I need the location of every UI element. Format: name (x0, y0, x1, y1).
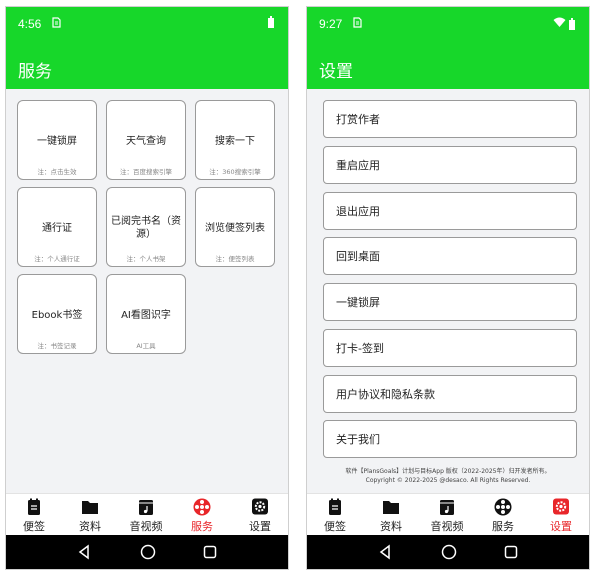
card-title: 一键锁屏 (37, 135, 77, 147)
settings-item-restart[interactable]: 重启应用 (323, 146, 577, 184)
settings-icon (551, 498, 571, 516)
nav-label: 设置 (550, 520, 572, 533)
nav-label: 音视频 (430, 520, 464, 533)
system-nav-bar (6, 535, 288, 569)
back-triangle-icon[interactable] (377, 544, 393, 560)
services-icon (192, 498, 212, 516)
service-card-weather[interactable]: 天气查询 注：百度搜索引擎 (106, 100, 186, 180)
bottom-nav: 便签 资料 音视频 服务 设置 (6, 493, 288, 537)
wifi-icon (553, 17, 566, 30)
card-note: AI工具 (136, 342, 156, 350)
back-triangle-icon[interactable] (76, 544, 92, 560)
settings-screen: 9:27 设置 打赏作者 重启应用 退出应用 回到桌面 一键锁屏 打卡-签到 用… (306, 6, 590, 570)
settings-item-donate[interactable]: 打赏作者 (323, 100, 577, 138)
service-card-pass[interactable]: 通行证 注：个人通行证 (17, 187, 97, 267)
card-title: 已阅完书名（资源） (111, 216, 181, 240)
nav-services[interactable]: 服务 (174, 498, 230, 534)
card-title: 天气查询 (126, 135, 166, 147)
card-note: 注：书签记录 (37, 342, 77, 350)
settings-list: 打赏作者 重启应用 退出应用 回到桌面 一键锁屏 打卡-签到 用户协议和隐私条款… (307, 89, 589, 493)
status-bar: 4:56 (6, 7, 288, 45)
copyright-line-2: Copyright © 2022-2025 @desaco. All Right… (365, 477, 531, 484)
nav-settings[interactable]: 设置 (232, 498, 288, 534)
home-circle-icon[interactable] (140, 544, 156, 560)
settings-item-desktop[interactable]: 回到桌面 (323, 237, 577, 275)
nav-label: 资料 (79, 520, 101, 533)
status-time: 9:27 (319, 17, 343, 31)
settings-item-agreement[interactable]: 用户协议和隐私条款 (323, 375, 577, 413)
copyright-line-1: 软件【PlansGoals】计划与目标App 版权（2022-2025年）归开发… (345, 468, 551, 475)
nav-label: 设置 (249, 520, 271, 533)
card-title: 通行证 (42, 222, 72, 234)
services-screen: 4:56 服务 一键锁屏 注：点击生效 天气查询 注：百度搜索引擎 搜索一下 注… (5, 6, 289, 570)
card-note: 注：360搜索引擎 (209, 168, 261, 176)
nav-settings[interactable]: 设置 (533, 498, 589, 534)
status-time: 4:56 (18, 17, 42, 31)
settings-item-lock-screen[interactable]: 一键锁屏 (323, 283, 577, 321)
app-bar: 设置 (307, 45, 589, 89)
nav-label: 服务 (492, 520, 514, 533)
nav-services[interactable]: 服务 (475, 498, 531, 534)
card-note: 注：便签列表 (215, 255, 255, 263)
bottom-nav: 便签 资料 音视频 服务 设置 (307, 493, 589, 537)
page-title: 服务 (18, 62, 52, 82)
recents-square-icon[interactable] (202, 544, 218, 560)
card-note: 注：个人通行证 (34, 255, 80, 263)
settings-icon (250, 498, 270, 516)
service-card-search[interactable]: 搜索一下 注：360搜索引擎 (195, 100, 275, 180)
battery-icon (569, 17, 575, 30)
services-icon (493, 498, 513, 516)
home-circle-icon[interactable] (441, 544, 457, 560)
recents-square-icon[interactable] (503, 544, 519, 560)
card-title: Ebook书签 (31, 309, 83, 321)
folder-icon (80, 498, 100, 516)
nav-files[interactable]: 资料 (62, 498, 118, 534)
service-card-lock-screen[interactable]: 一键锁屏 注：点击生效 (17, 100, 97, 180)
app-bar: 服务 (6, 45, 288, 89)
page-title: 设置 (319, 62, 353, 82)
service-card-ai-ocr[interactable]: AI看图识字 AI工具 (106, 274, 186, 354)
card-note: 注：个人书架 (126, 255, 166, 263)
sim-card-icon (52, 17, 61, 31)
nav-files[interactable]: 资料 (363, 498, 419, 534)
settings-item-about[interactable]: 关于我们 (323, 420, 577, 458)
card-title: AI看图识字 (121, 309, 171, 321)
nav-label: 音视频 (129, 520, 163, 533)
folder-icon (381, 498, 401, 516)
card-title: 浏览便签列表 (205, 222, 265, 234)
settings-item-exit[interactable]: 退出应用 (323, 192, 577, 230)
card-note: 注：百度搜索引擎 (120, 168, 172, 176)
card-note: 注：点击生效 (37, 168, 77, 176)
copyright-notice: 软件【PlansGoals】计划与目标App 版权（2022-2025年）归开发… (313, 467, 583, 485)
nav-memo[interactable]: 便签 (307, 498, 363, 534)
media-icon (437, 498, 457, 516)
service-card-memo-list[interactable]: 浏览便签列表 注：便签列表 (195, 187, 275, 267)
service-grid: 一键锁屏 注：点击生效 天气查询 注：百度搜索引擎 搜索一下 注：360搜索引擎… (6, 89, 288, 493)
sim-card-icon (353, 17, 362, 31)
memo-icon (325, 498, 345, 516)
battery-icon (268, 16, 274, 28)
nav-media[interactable]: 音视频 (118, 498, 174, 534)
nav-label: 服务 (191, 520, 213, 533)
nav-media[interactable]: 音视频 (419, 498, 475, 534)
media-icon (136, 498, 156, 516)
settings-item-checkin[interactable]: 打卡-签到 (323, 329, 577, 367)
nav-label: 便签 (324, 520, 346, 533)
nav-label: 资料 (380, 520, 402, 533)
card-title: 搜索一下 (215, 135, 255, 147)
service-card-ebook-bookmark[interactable]: Ebook书签 注：书签记录 (17, 274, 97, 354)
status-bar: 9:27 (307, 7, 589, 45)
system-nav-bar (307, 535, 589, 569)
memo-icon (24, 498, 44, 516)
service-card-books-read[interactable]: 已阅完书名（资源） 注：个人书架 (106, 187, 186, 267)
nav-label: 便签 (23, 520, 45, 533)
nav-memo[interactable]: 便签 (6, 498, 62, 534)
